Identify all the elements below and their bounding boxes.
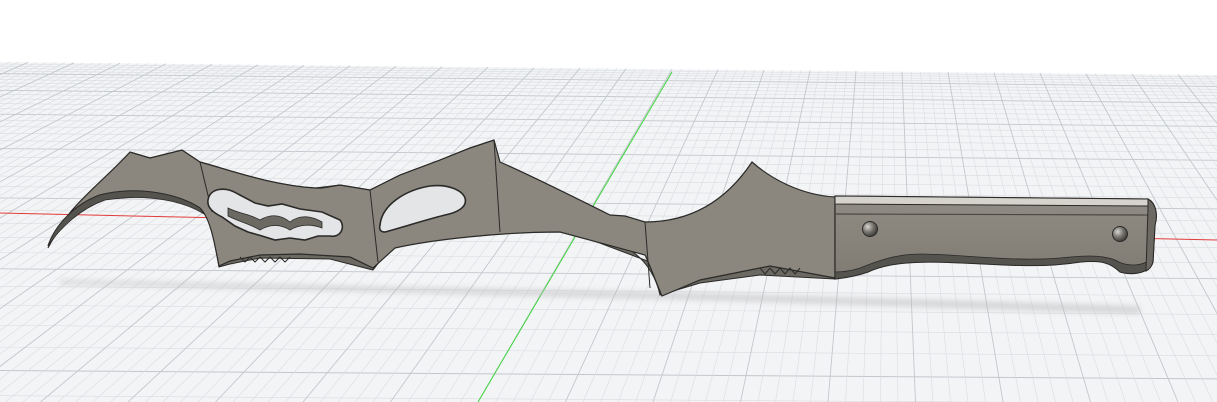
viewport-canvas[interactable]: [0, 0, 1217, 402]
handle-pin-right[interactable]: [1112, 226, 1128, 242]
3d-viewport[interactable]: [0, 0, 1217, 402]
handle-pin-left[interactable]: [862, 221, 878, 237]
